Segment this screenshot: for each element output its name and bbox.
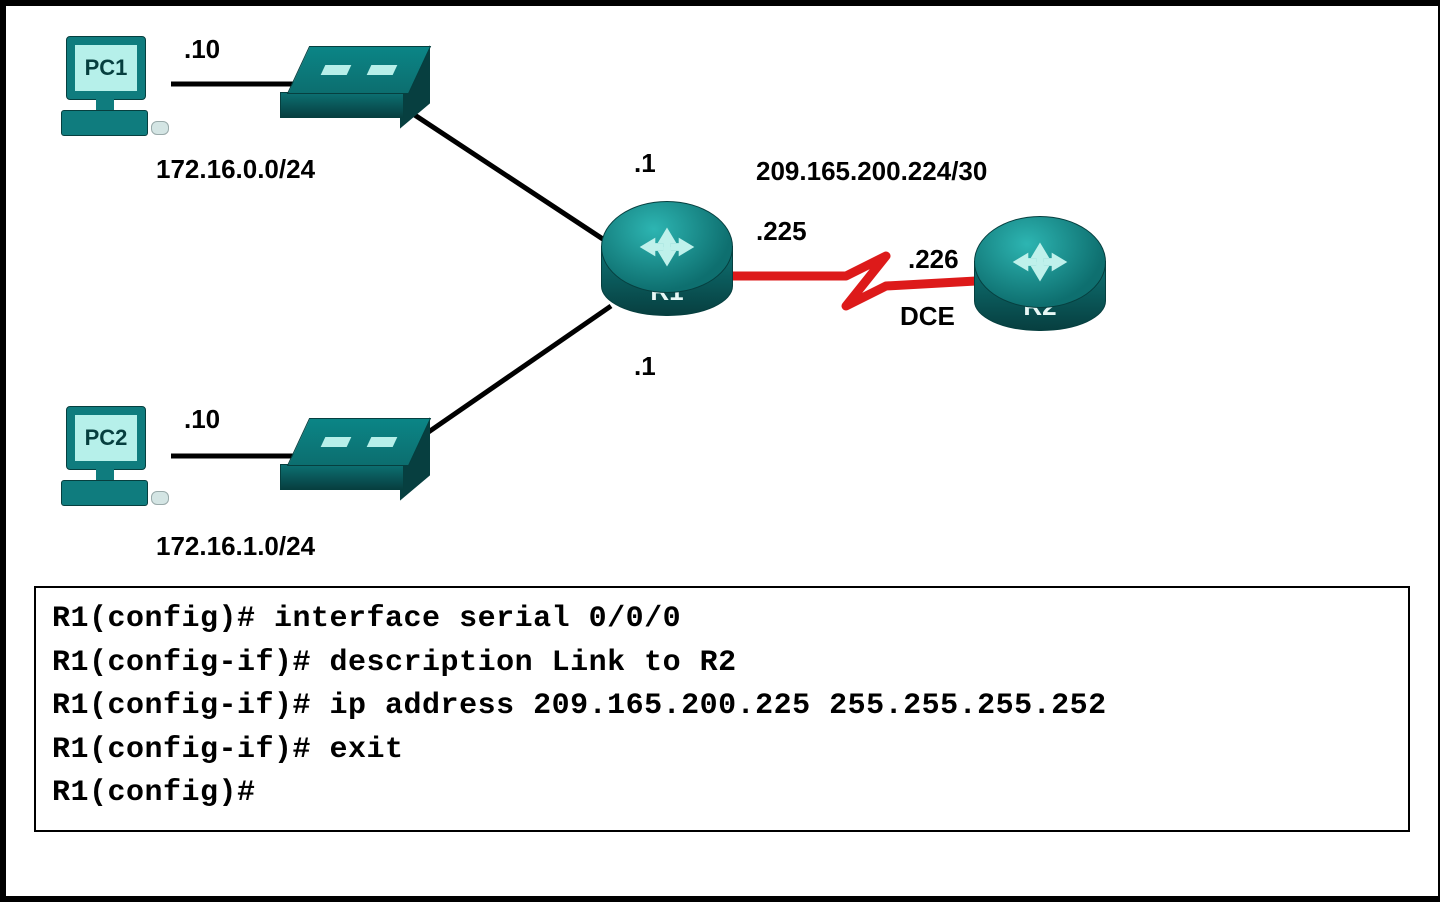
device-router-r2: R2 bbox=[974, 216, 1104, 346]
pc2-network-label: 172.16.1.0/24 bbox=[156, 531, 315, 562]
router-arrows-icon bbox=[1001, 232, 1079, 292]
diagram-frame: PC1 .10 172.16.0.0/24 PC2 .10 172.16.1.0… bbox=[0, 0, 1440, 902]
pc1-name: PC1 bbox=[75, 45, 137, 91]
device-pc1: PC1 bbox=[61, 36, 171, 146]
cli-line: R1(config-if)# description Link to R2 bbox=[52, 642, 1392, 686]
device-switch2 bbox=[286, 418, 431, 498]
wan-network-label: 209.165.200.224/30 bbox=[756, 156, 987, 187]
pc1-host-label: .10 bbox=[184, 34, 220, 65]
r1-if-bottom-label: .1 bbox=[634, 351, 656, 382]
cli-line: R1(config)# interface serial 0/0/0 bbox=[52, 598, 1392, 642]
r2-wan-ip-label: .226 bbox=[908, 244, 959, 275]
router-arrows-icon bbox=[628, 217, 706, 277]
cli-line: R1(config-if)# exit bbox=[52, 729, 1392, 773]
pc1-network-label: 172.16.0.0/24 bbox=[156, 154, 315, 185]
device-switch1 bbox=[286, 46, 431, 126]
device-pc2: PC2 bbox=[61, 406, 171, 516]
pc2-host-label: .10 bbox=[184, 404, 220, 435]
cli-output: R1(config)# interface serial 0/0/0 R1(co… bbox=[34, 586, 1410, 832]
wan-link-type-label: DCE bbox=[900, 301, 955, 332]
network-topology: PC1 .10 172.16.0.0/24 PC2 .10 172.16.1.0… bbox=[6, 6, 1438, 571]
pc2-name: PC2 bbox=[75, 415, 137, 461]
cli-line: R1(config-if)# ip address 209.165.200.22… bbox=[52, 685, 1392, 729]
device-router-r1: R1 bbox=[601, 201, 731, 331]
r1-wan-ip-label: .225 bbox=[756, 216, 807, 247]
r1-if-top-label: .1 bbox=[634, 148, 656, 179]
cli-line: R1(config)# bbox=[52, 772, 1392, 816]
